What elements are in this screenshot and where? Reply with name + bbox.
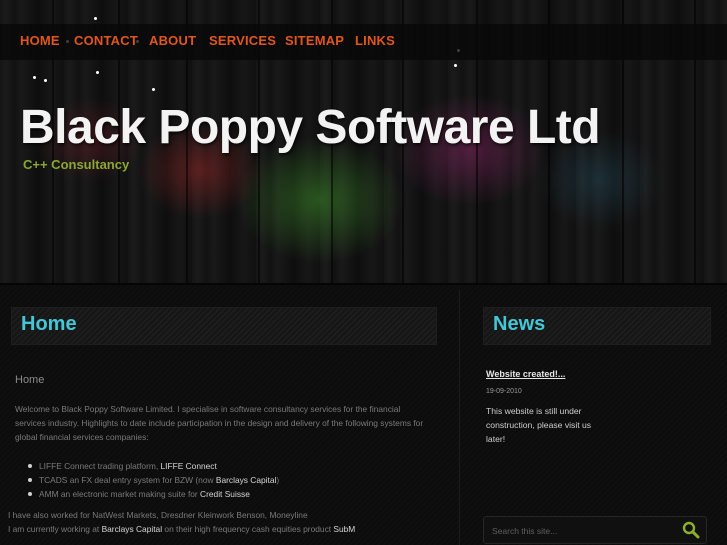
- also-worked-paragraph: I have also worked for NatWest Markets, …: [8, 510, 308, 520]
- news-item-body: This website is still under construction…: [486, 406, 592, 444]
- search-icon[interactable]: [682, 521, 700, 539]
- list-item: TCADS an FX deal entry system for BZW (n…: [28, 473, 279, 487]
- nav-item-links[interactable]: LINKS: [355, 33, 395, 48]
- nav-item-services[interactable]: SERVICES: [209, 33, 276, 48]
- main-nav: HOME CONTACT ABOUT SERVICES SITEMAP LINK…: [0, 24, 727, 60]
- employer-link[interactable]: Barclays Capital: [102, 524, 163, 534]
- search-box: [483, 516, 707, 544]
- search-input[interactable]: [490, 520, 674, 542]
- client-link[interactable]: Barclays Capital: [216, 475, 277, 485]
- star-dot: [454, 64, 457, 67]
- current-prefix: I am currently working at: [8, 524, 102, 534]
- news-heading-bar: News: [483, 307, 711, 345]
- current-middle: on their high frequency cash equities pr…: [162, 524, 334, 534]
- star-dot: [94, 17, 97, 20]
- column-divider: [459, 290, 460, 545]
- star-dot: [33, 76, 36, 79]
- main-heading-bar: Home: [11, 307, 437, 345]
- list-item-text: AMM an electronic market making suite fo…: [39, 489, 201, 499]
- product-link[interactable]: SubM: [333, 524, 355, 534]
- client-link[interactable]: Credit Suisse: [200, 489, 250, 499]
- news-heading: News: [493, 313, 546, 335]
- list-item-text: LIFFE Connect trading platform,: [39, 461, 161, 471]
- news-item-date: 19-09-2010: [486, 388, 522, 395]
- list-item-suffix: ): [276, 475, 280, 485]
- nav-item-contact[interactable]: CONTACT: [74, 33, 138, 48]
- list-item: LIFFE Connect trading platform, LIFFE Co…: [28, 459, 279, 473]
- systems-list: LIFFE Connect trading platform, LIFFE Co…: [28, 459, 279, 501]
- client-link[interactable]: LIFFE Connect: [161, 461, 217, 471]
- star-dot: [44, 79, 47, 82]
- site-tagline: C++ Consultancy: [23, 157, 130, 172]
- star-dot: [152, 88, 155, 91]
- breadcrumb: Home: [15, 374, 45, 386]
- nav-item-home[interactable]: HOME: [20, 33, 60, 48]
- site-header: HOME CONTACT ABOUT SERVICES SITEMAP LINK…: [0, 0, 727, 285]
- nav-item-about[interactable]: ABOUT: [149, 33, 196, 48]
- news-item-title[interactable]: Website created!...: [486, 369, 565, 379]
- intro-paragraph: Welcome to Black Poppy Software Limited.…: [15, 404, 424, 442]
- current-work-paragraph: I am currently working at Barclays Capit…: [8, 524, 355, 534]
- star-dot: [96, 71, 99, 74]
- site-title[interactable]: Black Poppy Software Ltd: [20, 100, 601, 155]
- list-item-text: TCADS an FX deal entry system for BZW (n…: [39, 475, 216, 485]
- nav-item-sitemap[interactable]: SITEMAP: [285, 33, 344, 48]
- list-item: AMM an electronic market making suite fo…: [28, 487, 279, 501]
- main-heading: Home: [21, 313, 77, 335]
